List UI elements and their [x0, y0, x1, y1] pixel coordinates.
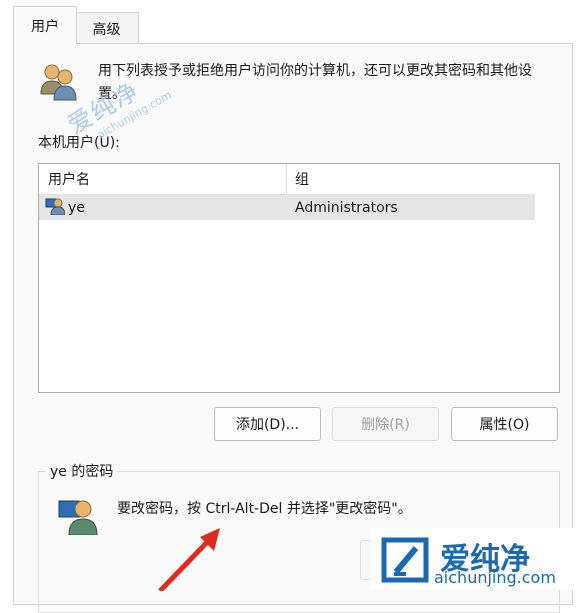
- row-group-cell: Administrators: [295, 199, 398, 216]
- column-header-username[interactable]: 用户名: [39, 164, 287, 194]
- brand-logo-icon: [381, 537, 429, 583]
- password-user-icon: [57, 495, 101, 536]
- row-user-name: ye: [68, 199, 85, 216]
- tab-users-label: 用户: [31, 19, 59, 35]
- brand-logo-url: aichunjing.com: [434, 568, 556, 587]
- list-header: 用户名 组: [39, 164, 535, 195]
- properties-button-label: 属性(O): [479, 417, 530, 433]
- password-group-title: ye 的密码: [46, 461, 118, 481]
- tab-advanced-label: 高级: [92, 21, 121, 38]
- table-row[interactable]: ye Administrators: [39, 195, 535, 220]
- tab-users[interactable]: 用户: [13, 6, 77, 45]
- add-button[interactable]: 添加(D)...: [214, 407, 321, 441]
- users-group-icon: [38, 62, 80, 102]
- remove-button[interactable]: 删除(R): [332, 407, 439, 441]
- properties-button[interactable]: 属性(O): [451, 407, 558, 441]
- password-instructions: 要改密码，按 Ctrl-Alt-Del 并选择"更改密码"。: [117, 501, 412, 517]
- tab-advanced[interactable]: 高级: [74, 12, 139, 44]
- brand-logo: 爱纯净 aichunjing.com: [370, 528, 575, 590]
- row-user-cell: ye: [45, 195, 85, 220]
- add-button-label: 添加(D)...: [235, 417, 300, 433]
- column-header-group[interactable]: 组: [288, 164, 535, 194]
- user-icon: [45, 197, 66, 219]
- tab-strip: 用户 高级: [13, 0, 573, 45]
- red-arrow-annotation: [150, 525, 230, 593]
- remove-button-label: 删除(R): [361, 417, 410, 433]
- users-listbox[interactable]: 用户名 组 ye Administrators: [38, 163, 560, 393]
